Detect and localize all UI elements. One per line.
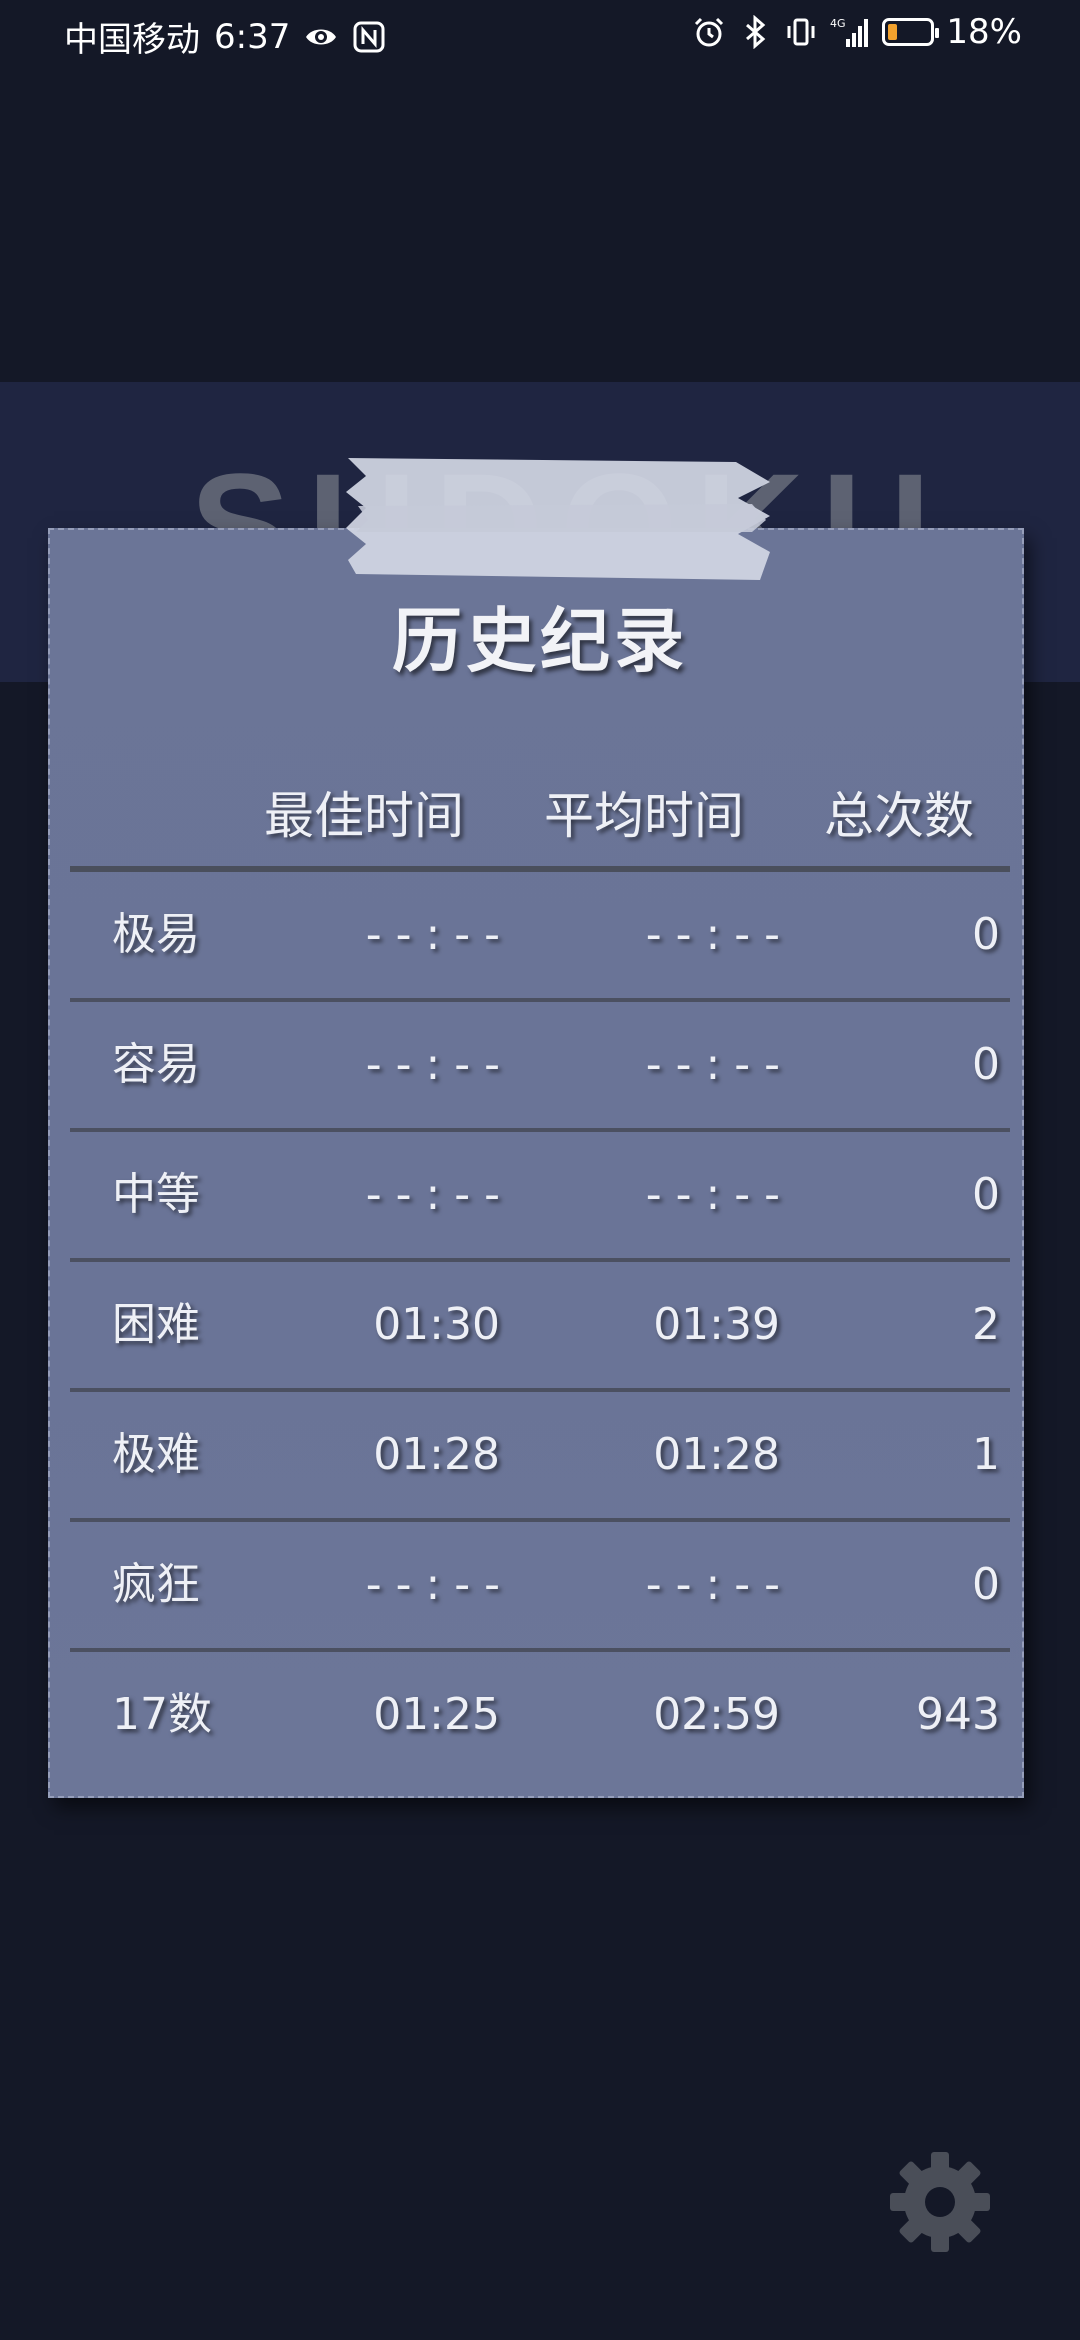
- app-screen: 中国移动 6:37 4G 18% SUDOKU 历史纪录 最佳时间 平均时间 总…: [0, 0, 1080, 2340]
- best-time-value: - - : - -: [365, 1559, 500, 1610]
- average-time-value: - - : - -: [645, 1039, 780, 1090]
- carrier-label: 中国移动: [64, 20, 200, 60]
- level-label: 极难: [112, 1429, 200, 1480]
- status-bar: 中国移动 6:37 4G 18%: [0, 0, 1080, 70]
- best-time-value: - - : - -: [365, 1169, 500, 1220]
- header-total-count: 总次数: [824, 787, 974, 845]
- total-count-value: 1: [972, 1429, 1000, 1480]
- best-time-value: 01:30: [373, 1299, 500, 1350]
- level-label: 容易: [112, 1039, 200, 1090]
- level-label: 17数: [112, 1689, 212, 1740]
- table-row: 17数 01:25 02:59 943: [70, 1652, 1010, 1782]
- signal-4g-icon: 4G: [830, 17, 869, 47]
- table-row: 中等 - - : - - - - : - - 0: [70, 1132, 1010, 1262]
- average-time-value: 01:28: [653, 1429, 780, 1480]
- status-right: 4G 18%: [692, 12, 1022, 52]
- total-count-value: 0: [972, 1559, 1000, 1610]
- clock: 6:37: [214, 16, 291, 57]
- table-row: 极易 - - : - - - - : - - 0: [70, 872, 1010, 1002]
- best-time-value: 01:25: [373, 1689, 500, 1740]
- total-count-value: 2: [972, 1299, 1000, 1350]
- table-row: 极难 01:28 01:28 1: [70, 1392, 1010, 1522]
- header-best-time: 最佳时间: [264, 787, 464, 845]
- nfc-icon: [353, 21, 385, 52]
- eye-icon: [306, 29, 337, 44]
- best-time-value: - - : - -: [365, 909, 500, 960]
- status-left: 中国移动 6:37: [64, 12, 386, 61]
- best-time-value: - - : - -: [365, 1039, 500, 1090]
- alarm-icon: [695, 17, 724, 47]
- average-time-value: 01:39: [653, 1299, 780, 1350]
- header-average-time: 平均时间: [544, 787, 744, 845]
- average-time-value: - - : - -: [645, 909, 780, 960]
- table-row: 容易 - - : - - - - : - - 0: [70, 1002, 1010, 1132]
- average-time-value: - - : - -: [645, 1169, 780, 1220]
- table-row: 疯狂 - - : - - - - : - - 0: [70, 1522, 1010, 1652]
- total-count-value: 0: [972, 1169, 1000, 1220]
- records-title: 历史纪录: [392, 600, 688, 682]
- svg-text:4G: 4G: [830, 17, 846, 30]
- table-row: 困难 01:30 01:39 2: [70, 1262, 1010, 1392]
- level-label: 困难: [112, 1299, 200, 1350]
- average-time-value: 02:59: [653, 1689, 780, 1740]
- bluetooth-icon: [746, 15, 766, 49]
- vibrate-icon: [787, 18, 815, 46]
- total-count-value: 0: [972, 1039, 1000, 1090]
- total-count-value: 943: [916, 1689, 1000, 1740]
- battery-percent: 18%: [946, 12, 1022, 52]
- battery-icon: [882, 18, 940, 46]
- average-time-value: - - : - -: [645, 1559, 780, 1610]
- best-time-value: 01:28: [373, 1429, 500, 1480]
- total-count-value: 0: [972, 909, 1000, 960]
- level-label: 中等: [112, 1169, 200, 1220]
- level-label: 疯狂: [112, 1559, 200, 1610]
- level-label: 极易: [112, 909, 200, 960]
- gear-icon[interactable]: [888, 2150, 992, 2254]
